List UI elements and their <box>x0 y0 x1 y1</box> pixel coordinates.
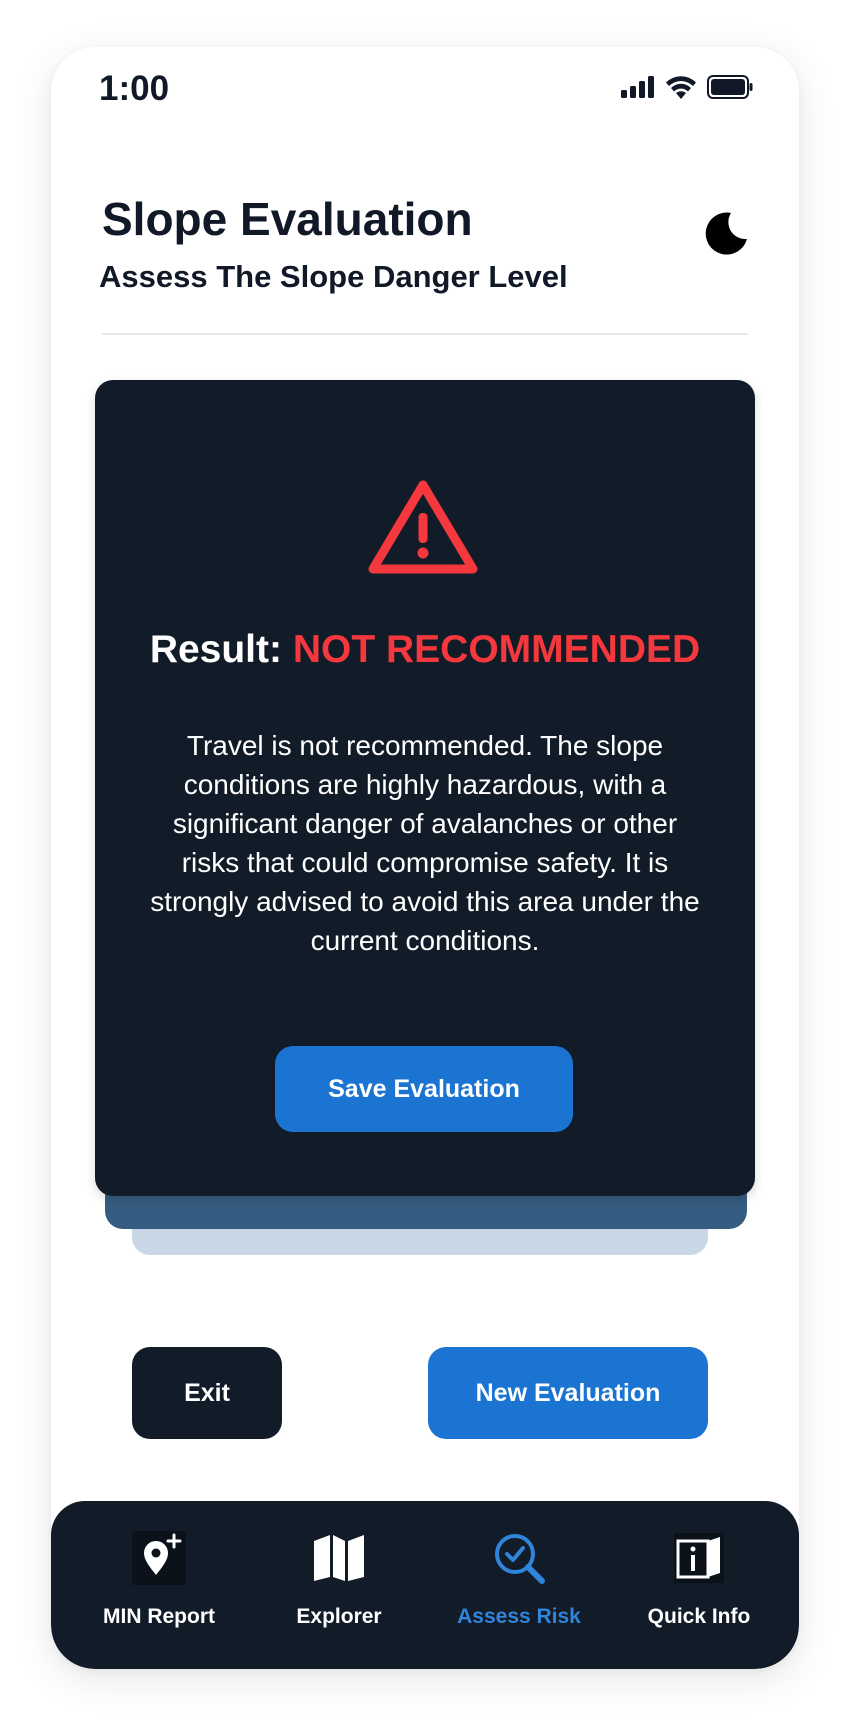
result-label: Result: <box>149 628 282 671</box>
search-check-icon <box>495 1534 545 1584</box>
result-description: Travel is not recommended. The slope con… <box>150 730 700 956</box>
result-heading: Result: NOT RECOMMENDED <box>95 628 755 672</box>
bottom-nav: MIN Report Explorer Assess Risk Quick In… <box>51 1501 799 1669</box>
moon-icon[interactable] <box>701 209 749 257</box>
map-icon <box>314 1535 364 1581</box>
nav-label-explorer: Explorer <box>296 1605 382 1628</box>
battery-icon <box>707 75 753 99</box>
nav-item-explorer[interactable]: Explorer <box>259 1501 419 1669</box>
map-pin-plus-icon <box>132 1531 186 1585</box>
wifi-icon <box>666 76 696 99</box>
result-value: NOT RECOMMENDED <box>292 628 701 671</box>
page-title: Slope Evaluation <box>102 193 473 245</box>
save-evaluation-button[interactable]: Save Evaluation <box>275 1046 573 1132</box>
signal-icon <box>621 76 654 98</box>
status-time: 1:00 <box>99 69 170 108</box>
nav-label-assess-risk: Assess Risk <box>457 1605 581 1628</box>
warning-triangle-icon <box>368 480 478 574</box>
nav-label-quick-info: Quick Info <box>647 1605 751 1628</box>
page-subtitle: Assess The Slope Danger Level <box>99 259 568 294</box>
nav-item-min-report[interactable]: MIN Report <box>79 1501 239 1669</box>
new-evaluation-button[interactable]: New Evaluation <box>428 1347 708 1439</box>
exit-button[interactable]: Exit <box>132 1347 282 1439</box>
result-card: Result: NOT RECOMMENDED Travel is not re… <box>95 380 755 1196</box>
nav-item-assess-risk[interactable]: Assess Risk <box>439 1501 599 1669</box>
nav-item-quick-info[interactable]: Quick Info <box>619 1501 779 1669</box>
phone-frame: 1:00 Slope Evaluation Assess The Slope D… <box>51 47 799 1669</box>
header-divider <box>102 333 748 335</box>
info-book-icon <box>674 1533 724 1583</box>
nav-label-min-report: MIN Report <box>103 1605 215 1628</box>
status-icons <box>621 75 753 99</box>
